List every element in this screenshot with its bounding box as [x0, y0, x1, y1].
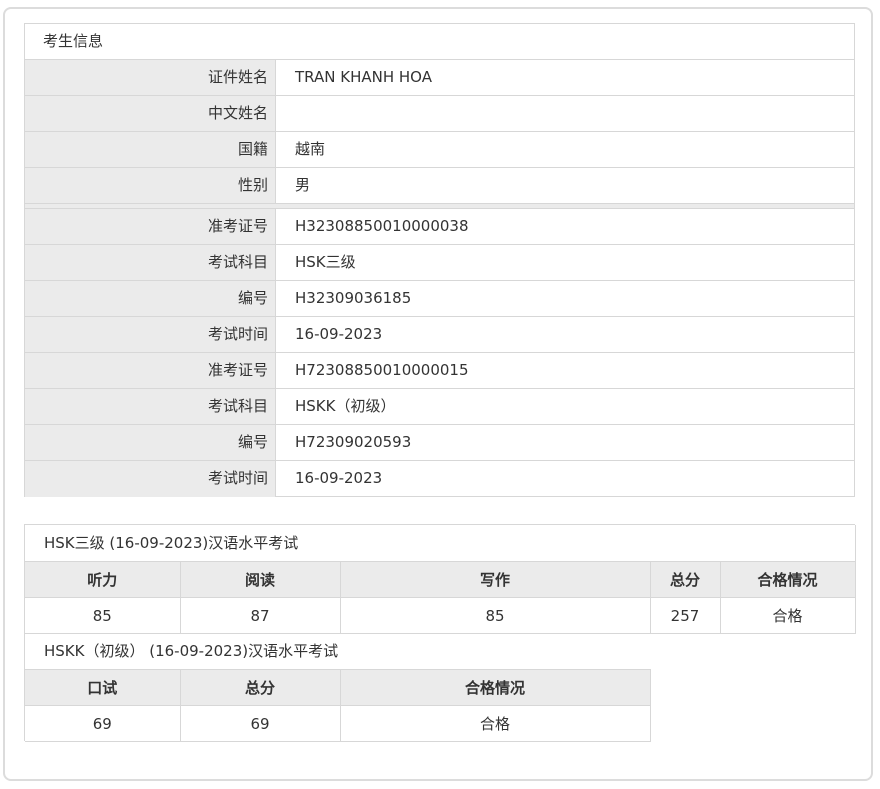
info-value: 男 [295, 176, 311, 194]
table-header-row: 口试 总分 合格情况 [25, 669, 651, 706]
table-row: 69 69 合格 [25, 705, 651, 742]
info-label: 考试时间 [25, 317, 276, 352]
info-value: HSKK（初级） [295, 397, 396, 415]
score-cell: 257 [649, 597, 721, 634]
hskk-section-title: HSKK（初级） (16-09-2023)汉语水平考试 [44, 642, 339, 660]
candidate-info-title: 考生信息 [25, 24, 854, 60]
info-value: H72309020593 [295, 433, 412, 451]
info-label: 编号 [25, 281, 276, 316]
column-header: 口试 [25, 669, 181, 706]
column-header: 总分 [649, 561, 721, 598]
table-header-row: 听力 阅读 写作 总分 合格情况 [25, 561, 856, 598]
column-header: 写作 [339, 561, 651, 598]
info-row-id-name: 证件姓名 TRAN KHANH HOA [25, 60, 854, 96]
info-row-gender: 性别 男 [25, 168, 854, 204]
info-label: 编号 [25, 425, 276, 460]
scores-panel: HSK三级 (16-09-2023)汉语水平考试 听力 阅读 写作 总分 合格情… [24, 524, 856, 742]
info-value: H32309036185 [295, 289, 412, 307]
pass-status-cell: 合格 [719, 597, 856, 634]
score-cell: 85 [339, 597, 651, 634]
table-row: 85 87 85 257 合格 [25, 597, 856, 634]
info-row-serial-number: 编号 H32309036185 [25, 281, 854, 317]
info-label: 证件姓名 [25, 60, 276, 95]
info-label: 考试科目 [25, 389, 276, 424]
info-value [277, 96, 854, 131]
column-header: 总分 [179, 669, 341, 706]
info-row-exam-subject: 考试科目 HSK三级 [25, 245, 854, 281]
column-header: 合格情况 [719, 561, 856, 598]
column-header: 阅读 [179, 561, 341, 598]
info-row-exam-date: 考试时间 16-09-2023 [25, 461, 854, 497]
info-label: 准考证号 [25, 209, 276, 244]
info-row-serial-number: 编号 H72309020593 [25, 425, 854, 461]
column-header: 听力 [25, 561, 181, 598]
info-value: TRAN KHANH HOA [295, 68, 432, 86]
info-value: HSK三级 [295, 253, 356, 271]
hsk-score-table: 听力 阅读 写作 总分 合格情况 85 87 85 257 合格 [25, 561, 856, 634]
score-cell: 69 [25, 705, 181, 742]
info-label: 性别 [25, 168, 276, 203]
info-label: 国籍 [25, 132, 276, 167]
info-label: 准考证号 [25, 353, 276, 388]
score-cell: 69 [179, 705, 341, 742]
hsk-section-title: HSK三级 (16-09-2023)汉语水平考试 [44, 534, 299, 552]
info-label: 考试科目 [25, 245, 276, 280]
info-value: H72308850010000015 [295, 361, 469, 379]
hskk-score-table: 口试 总分 合格情况 69 69 合格 [25, 669, 651, 742]
pass-status-cell: 合格 [339, 705, 651, 742]
info-row-admission-number: 准考证号 H32308850010000038 [25, 209, 854, 245]
info-value: 16-09-2023 [295, 325, 383, 343]
info-row-nationality: 国籍 越南 [25, 132, 854, 168]
info-row-exam-date: 考试时间 16-09-2023 [25, 317, 854, 353]
column-header: 合格情况 [339, 669, 651, 706]
info-row-chinese-name: 中文姓名 [25, 96, 854, 132]
info-label: 中文姓名 [25, 96, 276, 131]
info-value: 16-09-2023 [295, 469, 383, 487]
info-value: H32308850010000038 [295, 217, 469, 235]
info-row-admission-number: 准考证号 H72308850010000015 [25, 353, 854, 389]
score-cell: 87 [179, 597, 341, 634]
info-row-exam-subject: 考试科目 HSKK（初级） [25, 389, 854, 425]
candidate-info-panel: 考生信息 证件姓名 TRAN KHANH HOA 中文姓名 国籍 越南 性别 男… [24, 23, 855, 497]
info-value: 越南 [295, 140, 326, 158]
info-label: 考试时间 [25, 461, 276, 497]
score-cell: 85 [25, 597, 181, 634]
